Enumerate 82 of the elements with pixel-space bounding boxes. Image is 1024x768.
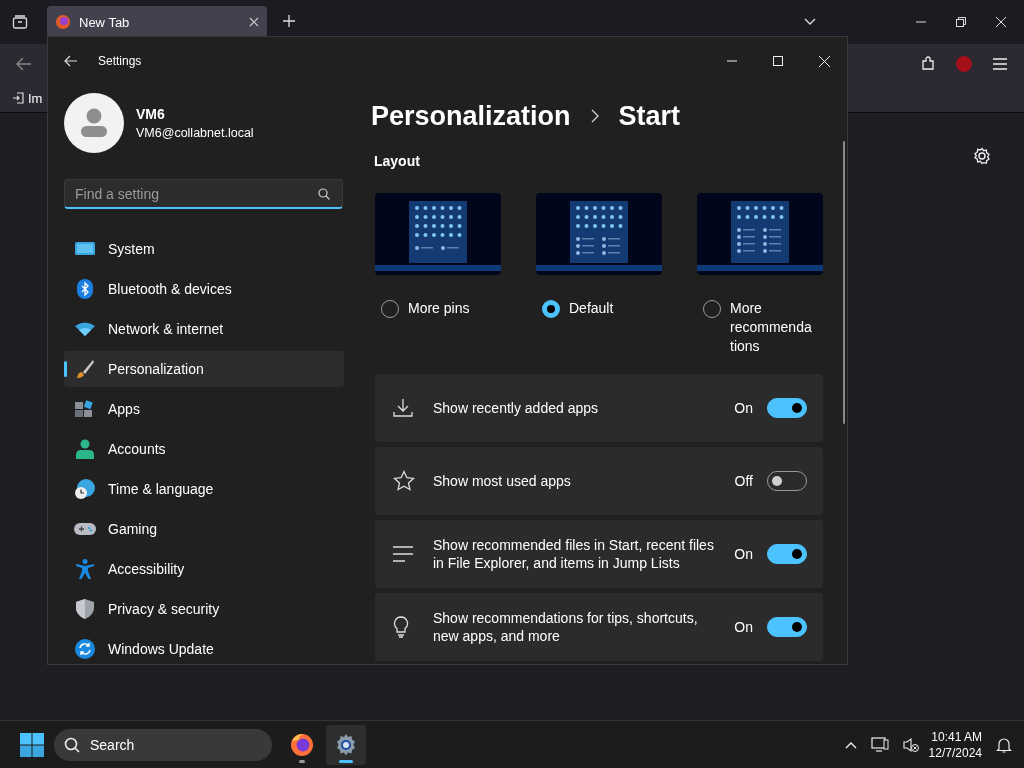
wifi-icon <box>75 322 95 336</box>
toggle-switch[interactable] <box>767 617 807 637</box>
search-icon <box>318 188 330 200</box>
browser-tab[interactable]: New Tab <box>47 6 267 38</box>
plus-icon <box>283 14 295 27</box>
menu-icon <box>992 58 1008 70</box>
nav-item[interactable]: Accessibility <box>64 551 344 587</box>
taskbar-app[interactable] <box>326 724 366 765</box>
toggle-state: On <box>734 619 753 635</box>
person-icon <box>76 439 94 459</box>
download-icon <box>393 398 413 418</box>
nav-item[interactable]: Apps <box>64 391 344 427</box>
start-layout-preview[interactable] <box>375 193 501 275</box>
gear-icon <box>334 732 358 757</box>
taskbar-search[interactable]: Search <box>54 728 272 761</box>
tab-title: New Tab <box>79 14 130 30</box>
sync-icon <box>75 639 95 659</box>
chevron-right-icon <box>590 109 599 123</box>
radio-label: Default <box>569 299 615 318</box>
star-icon <box>393 470 415 492</box>
gamepad-icon <box>74 522 96 536</box>
apps-icon <box>75 400 95 418</box>
toggle-state: On <box>734 400 753 416</box>
brush-icon <box>75 359 95 379</box>
nav-item[interactable]: Accounts <box>64 431 344 467</box>
speaker-muted-icon <box>902 736 919 753</box>
scrollbar[interactable] <box>843 141 845 424</box>
toggle-state: Off <box>734 473 753 489</box>
nav-item[interactable]: Personalization <box>64 351 344 387</box>
radio-label: More recommendations <box>730 299 813 356</box>
user-email: VM6@collabnet.local <box>136 126 254 140</box>
toggle-switch[interactable] <box>767 398 807 418</box>
lightbulb-icon <box>393 616 409 638</box>
setting-label: Show recently added apps <box>433 399 599 417</box>
window-title: Settings <box>98 54 142 68</box>
nav-item[interactable]: Time & language <box>64 471 344 507</box>
maximize-icon <box>773 56 783 66</box>
page-title: Start <box>618 100 681 132</box>
fox-globe-icon <box>290 732 314 757</box>
nav-item[interactable]: Privacy & security <box>64 591 344 627</box>
globe-clock-icon <box>75 479 95 499</box>
setting-label: Show recommended files in Start, recent files in File Explorer, and items in Jump Lists <box>433 536 715 572</box>
nav-item[interactable]: Windows Update <box>64 631 344 664</box>
chevron-up-icon <box>844 740 857 749</box>
nav-item[interactable]: Gaming <box>64 511 344 547</box>
toggle-state: On <box>734 546 753 562</box>
chevron-down-icon <box>804 18 816 26</box>
breadcrumb-link[interactable]: Personalization <box>371 100 571 132</box>
monitor-icon <box>75 241 95 257</box>
list-icon <box>393 546 413 562</box>
nav-item[interactable]: Network & internet <box>64 311 344 347</box>
restore-icon <box>956 17 966 27</box>
section-heading: Layout <box>374 153 421 169</box>
toggle-switch[interactable] <box>767 544 807 564</box>
start-layout-preview[interactable] <box>536 193 662 275</box>
settings-icon <box>973 147 991 165</box>
tab-list-icon <box>12 14 28 30</box>
close-icon <box>249 17 259 27</box>
close-icon <box>819 55 830 67</box>
search-icon <box>64 736 80 753</box>
import-icon <box>12 92 24 104</box>
radio-label: More pins <box>408 299 471 318</box>
person-icon <box>81 108 107 138</box>
bell-icon <box>996 736 1012 753</box>
setting-label: Show recommendations for tips, shortcuts, new apps, and more <box>433 609 699 645</box>
user-name: VM6 <box>136 106 166 122</box>
back-arrow-icon <box>64 55 78 67</box>
windows-logo-icon <box>20 732 44 757</box>
start-layout-preview[interactable] <box>697 193 823 275</box>
close-icon <box>996 17 1006 27</box>
nav-item[interactable]: System <box>64 231 344 267</box>
radio-button[interactable] <box>542 300 560 318</box>
bluetooth-icon <box>77 279 93 299</box>
back-arrow-icon <box>16 57 32 71</box>
nav-item[interactable]: Bluetooth & devices <box>64 271 344 307</box>
setting-label: Show most used apps <box>433 472 572 490</box>
search-field[interactable]: Find a setting <box>64 179 343 209</box>
bookmark[interactable]: Im <box>28 90 43 106</box>
accessibility-icon <box>76 559 94 579</box>
clock-date[interactable]: 12/7/2024 <box>928 744 982 761</box>
network-monitor-icon <box>870 736 889 753</box>
clock-time[interactable]: 10:41 AM <box>931 728 982 745</box>
